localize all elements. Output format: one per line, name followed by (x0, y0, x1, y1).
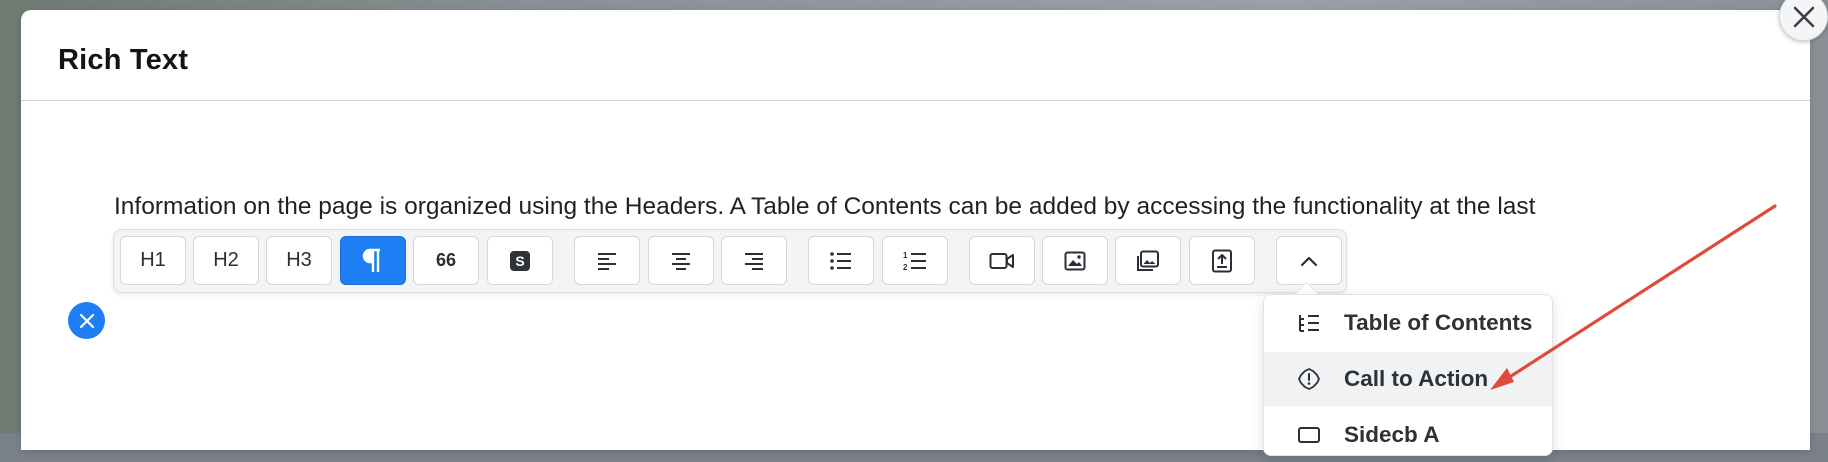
formatting-toolbar: H1 H2 H3 66 S 1 2 (113, 229, 1347, 293)
insert-gallery-button[interactable] (1115, 236, 1181, 285)
call-to-action-icon (1294, 364, 1324, 394)
heading-3-button[interactable]: H3 (266, 236, 332, 285)
svg-text:2: 2 (903, 263, 908, 272)
close-block-menu-button[interactable] (68, 302, 105, 339)
paragraph-button[interactable] (340, 236, 406, 285)
close-icon (79, 313, 94, 328)
numbered-list-button[interactable]: 1 2 (882, 236, 948, 285)
align-left-button[interactable] (574, 236, 640, 285)
align-center-icon (672, 252, 690, 270)
image-icon (1064, 251, 1086, 270)
file-upload-icon (1212, 249, 1232, 272)
block-icon (1294, 420, 1324, 450)
insert-file-button[interactable] (1189, 236, 1255, 285)
heading-3-label: H3 (286, 249, 312, 271)
table-of-contents-icon (1294, 308, 1324, 338)
svg-text:1: 1 (903, 251, 908, 260)
dropdown-item-label: Table of Contents (1344, 310, 1533, 335)
dropdown-item-call-to-action[interactable]: Call to Action (1264, 352, 1552, 406)
heading-2-label: H2 (213, 249, 239, 271)
modal-title: Rich Text (58, 43, 189, 76)
quote-label: 66 (435, 250, 457, 270)
align-left-icon (598, 252, 616, 270)
quote-button[interactable]: 66 (413, 236, 479, 285)
paragraph-icon (362, 248, 380, 272)
chevron-up-icon (1300, 256, 1318, 266)
dropdown-item-third[interactable]: Sidecb A (1264, 408, 1552, 462)
insert-video-button[interactable] (969, 236, 1035, 285)
more-blocks-dropdown: Table of Contents Call to Action Sidecb … (1263, 294, 1553, 456)
dropdown-item-table-of-contents[interactable]: Table of Contents (1264, 296, 1552, 350)
strikethrough-icon: S (510, 250, 530, 271)
gallery-icon (1137, 250, 1159, 271)
align-right-button[interactable] (721, 236, 787, 285)
align-center-button[interactable] (648, 236, 714, 285)
align-right-icon (745, 252, 763, 270)
bullet-list-button[interactable] (808, 236, 874, 285)
insert-image-button[interactable] (1042, 236, 1108, 285)
close-icon (1793, 6, 1814, 27)
modal-header: Rich Text (21, 10, 1810, 101)
dropdown-item-label: Sidecb A (1344, 422, 1440, 447)
heading-1-button[interactable]: H1 (120, 236, 186, 285)
svg-text:S: S (515, 253, 524, 269)
numbered-list-icon: 1 2 (903, 251, 926, 272)
video-icon (989, 252, 1014, 269)
heading-2-button[interactable]: H2 (193, 236, 259, 285)
editor-paragraph[interactable]: Information on the page is organized usi… (114, 193, 1535, 221)
strikethrough-button[interactable]: S (487, 236, 553, 285)
dropdown-item-label: Call to Action (1344, 366, 1489, 391)
heading-1-label: H1 (140, 249, 166, 271)
bullet-list-icon (830, 251, 851, 270)
more-blocks-toggle-button[interactable] (1276, 236, 1342, 285)
